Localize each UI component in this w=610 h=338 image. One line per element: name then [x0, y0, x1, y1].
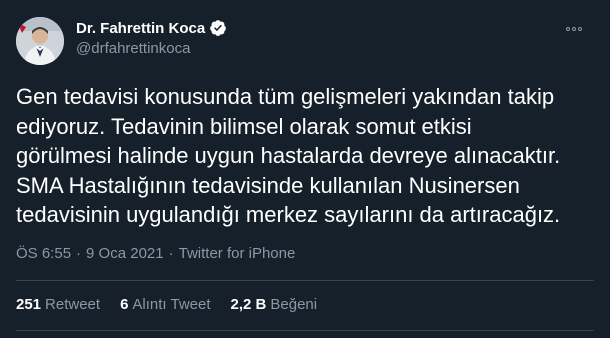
divider [16, 280, 594, 281]
tweet-text-line: Gen tedavisi konusunda tüm gelişmeleri y… [16, 84, 555, 109]
tweet-meta: ÖS 6:55 · 9 Oca 2021 · Twitter for iPhon… [16, 245, 295, 262]
quotes-count: 6 [120, 296, 129, 313]
tweet-date[interactable]: 9 Oca 2021 [86, 245, 164, 262]
tweet-text: Gen tedavisi konusunda tüm gelişmeleri y… [16, 82, 596, 230]
tweet-text-line: görülmesi halinde uygun hastalarda devre… [16, 143, 561, 168]
tweet-stats: 251 Retweet 6 Alıntı Tweet 2,2 B Beğeni [16, 296, 337, 313]
author-name-row: Dr. Fahrettin Koca [76, 19, 227, 37]
tweet-text-line: ediyoruz. Tedavinin bilimsel olarak somu… [16, 113, 472, 139]
quote-tweets-stat[interactable]: 6 Alıntı Tweet [120, 296, 210, 313]
divider [16, 330, 594, 331]
retweets-stat[interactable]: 251 Retweet [16, 296, 100, 313]
quotes-label: Alıntı Tweet [132, 296, 211, 313]
likes-label: Beğeni [270, 296, 318, 313]
author-name[interactable]: Dr. Fahrettin Koca [76, 20, 205, 37]
meta-separator: · [168, 245, 174, 262]
avatar[interactable] [16, 17, 64, 65]
tweet-time[interactable]: ÖS 6:55 [16, 245, 71, 262]
retweets-count: 251 [16, 296, 42, 313]
more-options-icon[interactable] [566, 22, 588, 36]
tweet-source[interactable]: Twitter for iPhone [179, 245, 296, 262]
meta-separator: · [76, 245, 82, 262]
avatar-photo [16, 17, 64, 65]
likes-stat[interactable]: 2,2 B Beğeni [231, 296, 318, 313]
tweet-card: Dr. Fahrettin Koca @drfahrettinkoca Gen … [0, 0, 610, 338]
verified-badge-icon [210, 20, 227, 36]
tweet-text-line: SMA Hastalığının tedavisinde kullanılan … [16, 172, 520, 198]
likes-count: 2,2 B [230, 296, 267, 313]
tweet-text-line: tedavisinin uygulandığı merkez sayıların… [16, 202, 561, 227]
author-handle[interactable]: @drfahrettinkoca [76, 40, 190, 57]
retweets-label: Retweet [45, 296, 101, 313]
